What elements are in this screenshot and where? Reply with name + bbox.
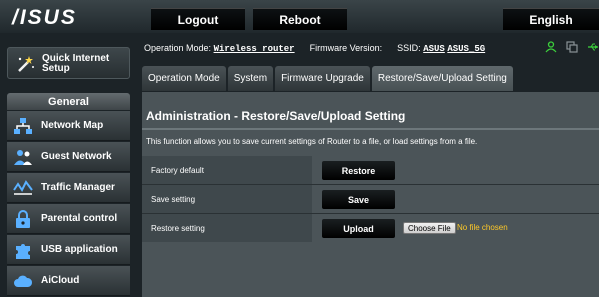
save-button[interactable]: Save [322, 190, 395, 209]
svg-text:/ISUS: /ISUS [11, 6, 77, 29]
network-map-icon [14, 117, 32, 134]
traffic-manager-icon [13, 179, 33, 195]
sidebar-item-usb-application[interactable]: USB application [7, 235, 130, 265]
quick-internet-setup-button[interactable]: Quick Internet Setup [7, 47, 130, 79]
guest-network-icon [14, 149, 32, 165]
sidebar-item-traffic-manager[interactable]: Traffic Manager [7, 173, 130, 203]
restore-button[interactable]: Restore [322, 161, 395, 180]
page-title: Administration - Restore/Save/Upload Set… [146, 109, 406, 123]
settings-tabs: Operation Mode System Firmware Upgrade R… [142, 66, 515, 91]
ssid-5g-link[interactable]: ASUS_5G [447, 44, 485, 54]
title-divider [142, 128, 599, 130]
magic-wand-icon [18, 56, 34, 72]
settings-panel: Administration - Restore/Save/Upload Set… [142, 92, 599, 297]
firmware-version-label: Firmware Version: [309, 43, 383, 53]
ssid-2g-link[interactable]: ASUS [423, 44, 445, 54]
language-select[interactable]: English [503, 8, 599, 30]
tab-firmware-upgrade[interactable]: Firmware Upgrade [275, 66, 370, 91]
cloud-icon [14, 275, 33, 287]
sidebar-item-label: Parental control [41, 213, 118, 224]
restore-setting-row: Restore setting Upload Choose File No fi… [142, 214, 599, 242]
sidebar: Quick Internet Setup General Network Map… [0, 33, 137, 297]
lock-icon [16, 209, 30, 228]
factory-default-label: Factory default [142, 156, 312, 184]
sidebar-item-guest-network[interactable]: Guest Network [7, 142, 130, 172]
tab-restore-save-upload[interactable]: Restore/Save/Upload Setting [371, 66, 513, 91]
sidebar-item-label: AiCloud [41, 275, 80, 286]
page-description: This function allows you to save current… [146, 137, 478, 146]
sidebar-item-label: Network Map [41, 120, 104, 131]
main-content: Operation Mode: Wireless router Firmware… [137, 33, 599, 297]
restore-setting-label: Restore setting [142, 214, 312, 242]
operation-mode-label: Operation Mode: [144, 43, 212, 53]
status-line: Operation Mode: Wireless router Firmware… [144, 43, 485, 54]
sidebar-item-network-map[interactable]: Network Map [7, 111, 130, 141]
factory-default-row: Factory default Restore [142, 156, 599, 184]
asus-logo: /ISUS [11, 6, 77, 29]
general-section-header: General [7, 93, 130, 110]
save-setting-row: Save setting Save [142, 185, 599, 213]
reboot-button[interactable]: Reboot [253, 8, 347, 30]
copy-icon[interactable] [566, 41, 578, 53]
user-icon[interactable] [545, 41, 557, 53]
sidebar-item-parental-control[interactable]: Parental control [7, 204, 130, 234]
ssid-label: SSID: [397, 43, 421, 53]
sidebar-item-label: Traffic Manager [41, 182, 115, 193]
file-status-text: No file chosen [457, 223, 508, 232]
top-bar: /ISUS Logout Reboot English [0, 0, 599, 33]
logout-button[interactable]: Logout [151, 8, 245, 30]
usb-icon[interactable] [587, 41, 599, 53]
sidebar-item-aicloud[interactable]: AiCloud [7, 266, 130, 296]
sidebar-item-label: Guest Network [41, 151, 112, 162]
choose-file-button[interactable]: Choose File [403, 222, 456, 234]
puzzle-icon [16, 243, 30, 259]
tab-system[interactable]: System [227, 66, 274, 91]
quick-internet-setup-label: Quick Internet Setup [42, 53, 110, 74]
upload-button[interactable]: Upload [322, 219, 395, 238]
operation-mode-link[interactable]: Wireless router [214, 44, 295, 54]
save-setting-label: Save setting [142, 185, 312, 213]
tab-operation-mode[interactable]: Operation Mode [142, 66, 226, 91]
sidebar-item-label: USB application [41, 244, 118, 255]
status-icons [545, 41, 599, 53]
